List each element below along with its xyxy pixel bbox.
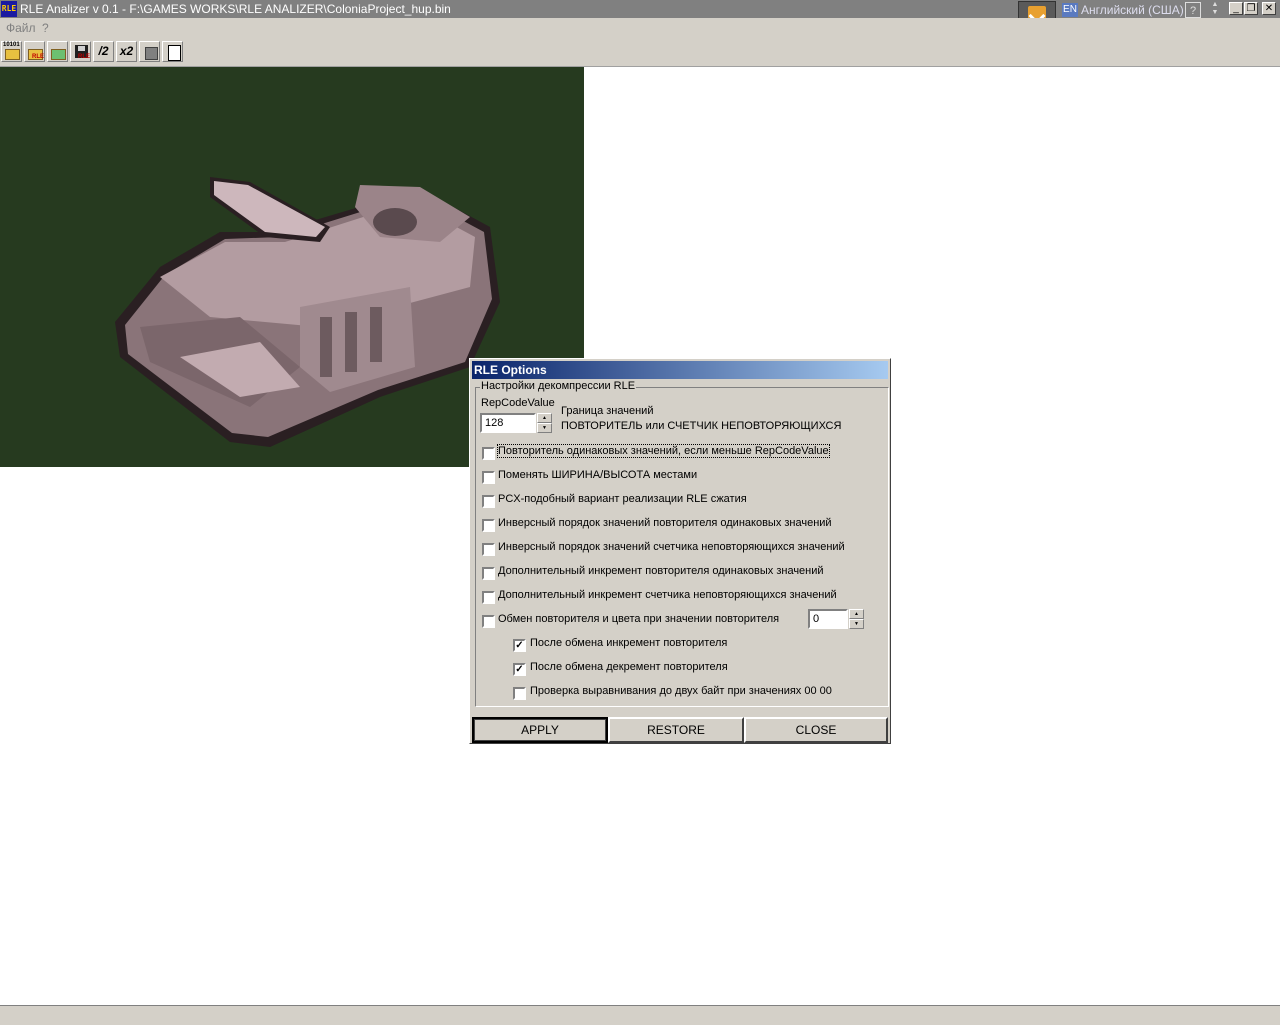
minimize-button[interactable]: _ <box>1229 2 1243 15</box>
open-rle-button[interactable]: RLE <box>24 41 45 62</box>
sub-option-checkbox-2[interactable]: ✓ <box>513 663 526 676</box>
language-indicator[interactable]: EN <box>1062 3 1078 17</box>
sub-option-checkbox-1[interactable]: ✓ <box>513 639 526 652</box>
language-name[interactable]: Английский (США) <box>1081 3 1184 17</box>
zoom-half-button[interactable]: /2 <box>93 41 114 62</box>
rle-options-dialog: RLE Options Настройки декомпрессии RLE R… <box>469 358 891 744</box>
repcode-stepper[interactable]: ▲ ▼ <box>537 413 552 433</box>
save-rle-button[interactable]: RLE <box>70 41 91 62</box>
menu-file[interactable]: Файл <box>6 21 36 35</box>
stepper-up-icon[interactable]: ▲ <box>537 413 552 423</box>
bound-title: Граница значений <box>561 405 654 417</box>
option-label-7[interactable]: Дополнительный инкремент счетчика неповт… <box>498 589 837 601</box>
option-label-4[interactable]: Инверсный порядок значений повторителя о… <box>498 517 832 529</box>
options-button[interactable] <box>162 41 183 62</box>
sub-option-label-3[interactable]: Проверка выравнивания до двух байт при з… <box>530 685 832 697</box>
repcode-label: RepCodeValue <box>481 397 555 409</box>
open-rle-tag: RLE <box>32 54 44 60</box>
close-window-button[interactable]: ✕ <box>1262 2 1276 15</box>
toolbar: 10101 RLE RLE /2 x2 <box>0 38 1280 67</box>
menu-help[interactable]: ? <box>42 21 49 35</box>
bound-description: ПОВТОРИТЕЛЬ или СЧЕТЧИК НЕПОВТОРЯЮЩИХСЯ <box>561 420 842 432</box>
restore-button[interactable]: RESTORE <box>608 717 744 743</box>
option-checkbox-4[interactable] <box>482 519 495 532</box>
sub-option-checkbox-3[interactable] <box>513 687 526 700</box>
sub-option-label-2[interactable]: После обмена декремент повторителя <box>530 661 728 673</box>
swap-value-input[interactable]: 0 <box>808 609 848 629</box>
tray-arrows-icon[interactable]: ▲ ▼ <box>1210 1 1220 19</box>
help-icon[interactable]: ? <box>1185 2 1201 18</box>
swap-value-stepper[interactable]: ▲ ▼ <box>849 609 864 629</box>
option-checkbox-5[interactable] <box>482 543 495 556</box>
option-checkbox-3[interactable] <box>482 495 495 508</box>
close-button[interactable]: CLOSE <box>744 717 888 743</box>
option-checkbox-8[interactable] <box>482 615 495 628</box>
stepper-down-icon[interactable]: ▼ <box>849 619 864 629</box>
palette-button[interactable] <box>139 41 160 62</box>
option-checkbox-1[interactable] <box>482 447 495 460</box>
option-checkbox-6[interactable] <box>482 567 495 580</box>
open-binary-button[interactable]: 10101 <box>1 41 22 62</box>
app-icon[interactable]: RLE <box>1 1 17 17</box>
folder-icon <box>5 49 20 60</box>
dialog-title[interactable]: RLE Options <box>472 361 888 379</box>
save-rle-tag: RLE <box>78 54 90 60</box>
sub-option-label-1[interactable]: После обмена инкремент повторителя <box>530 637 727 649</box>
apply-button[interactable]: APPLY <box>472 717 608 743</box>
properties-icon <box>168 45 181 61</box>
status-bar <box>0 1005 1280 1025</box>
menu-bar: Файл ? <box>0 18 1280 38</box>
option-checkbox-7[interactable] <box>482 591 495 604</box>
folder-image-icon <box>51 49 66 60</box>
stepper-down-icon[interactable]: ▼ <box>537 423 552 433</box>
zoom-double-button[interactable]: x2 <box>116 41 137 62</box>
window-title: RLE Analizer v 0.1 - F:\GAMES WORKS\RLE … <box>20 2 451 16</box>
repcode-input[interactable]: 128 <box>480 413 536 433</box>
option-checkbox-2[interactable] <box>482 471 495 484</box>
group-label: Настройки декомпрессии RLE <box>480 380 637 392</box>
option-label-6[interactable]: Дополнительный инкремент повторителя оди… <box>498 565 824 577</box>
option-label-3[interactable]: PCX-подобный вариант реализации RLE сжат… <box>498 493 747 505</box>
title-bar: RLE RLE Analizer v 0.1 - F:\GAMES WORKS\… <box>0 0 1280 35</box>
option-label-5[interactable]: Инверсный порядок значений счетчика непо… <box>498 541 845 553</box>
option-label-1[interactable]: Повторитель одинаковых значений, если ме… <box>497 444 830 458</box>
stepper-up-icon[interactable]: ▲ <box>849 609 864 619</box>
palette-icon <box>145 47 158 60</box>
restore-button[interactable]: ❐ <box>1244 2 1258 15</box>
open-image-button[interactable] <box>47 41 68 62</box>
option-label-2[interactable]: Поменять ШИРИНА/ВЫСОТА местами <box>498 469 697 481</box>
option-label-8[interactable]: Обмен повторителя и цвета при значении п… <box>498 613 779 625</box>
open-binary-tag: 10101 <box>3 42 20 48</box>
